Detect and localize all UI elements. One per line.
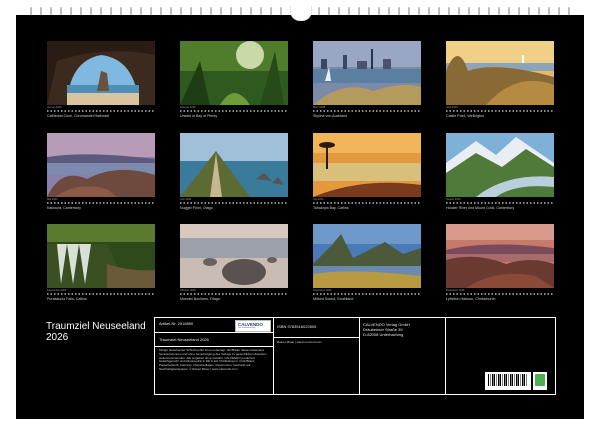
photo-caption: Hooker River und Mount Cook, Canterbury: [446, 206, 515, 210]
month-label: Januar 2026: [47, 106, 62, 109]
isbn: ISBN 9783516022605: [277, 324, 317, 329]
photo-may: [47, 133, 155, 197]
publisher-info-box: Artikel-Nr. 2016890 CALVENDO Der Kalende…: [154, 317, 556, 395]
day-row: [446, 110, 554, 112]
month-label: September 2026: [47, 289, 67, 292]
divider: [273, 337, 359, 338]
photo-january: [47, 41, 155, 105]
month-label: Mai 2026: [47, 198, 58, 201]
photo-march: [313, 41, 421, 105]
logo-subtitle: Der Kalenderverlag: [238, 327, 256, 329]
day-row: [313, 293, 421, 295]
day-row: [47, 202, 155, 204]
title-line: Traumziel Neuseeland: [46, 321, 146, 332]
info-column-publisher: CALVENDO Verlag GmbH Dräubeimer Straße 3…: [359, 318, 446, 394]
photo-caption: Skyline von Auckland: [313, 114, 347, 118]
month-label: November 2026: [313, 289, 332, 292]
product-name: Traumziel Neuseeland 2026: [159, 337, 209, 342]
photo-june: [180, 133, 288, 197]
photo-caption: Milford Sound, Southland: [313, 297, 354, 301]
isbn-barcode: [485, 372, 531, 390]
photo-caption: Cathedral Cove, Coromandel Halbinsel: [47, 114, 110, 118]
month-label: Oktober 2026: [180, 289, 196, 292]
photo-april: [446, 41, 554, 105]
day-row: [313, 202, 421, 204]
photo-february: [180, 41, 288, 105]
month-label: Februar 2026: [180, 106, 196, 109]
day-row: [313, 110, 421, 112]
calvendo-logo: CALVENDO Der Kalenderverlag: [235, 320, 271, 332]
photo-august: [446, 133, 554, 197]
photo-caption: Tahakopa Bay, Catlins: [313, 206, 349, 210]
calendar-title: Traumziel Neuseeland 2026: [46, 321, 146, 343]
article-number: Artikel-Nr. 2016890: [159, 321, 194, 326]
day-row: [180, 202, 288, 204]
photo-caption: Urwald in Bay of Plenty: [180, 114, 218, 118]
day-row: [47, 293, 155, 295]
day-row: [47, 110, 155, 112]
month-label: Juli 2026: [313, 198, 324, 201]
month-label: März 2026: [313, 106, 326, 109]
photo-september: [47, 224, 155, 288]
legal-notice: Infolge bestehender Schutzrechte ist es …: [159, 349, 267, 371]
photo-caption: Purakaunui Falls, Catlins: [47, 297, 87, 301]
photo-caption: Lyttelton Harbour, Christchurch: [446, 297, 496, 301]
photo-caption: Castle Point, Wellington: [446, 114, 485, 118]
photo-july: [313, 133, 421, 197]
month-label: Dezember 2026: [446, 289, 465, 292]
photo-december: [446, 224, 554, 288]
eco-label-icon: [533, 372, 547, 390]
month-label: August 2026: [446, 198, 461, 201]
photo-caption: Nugget Point, Otago: [180, 206, 213, 210]
photo-november: [313, 224, 421, 288]
calendar-sheet: Januar 2026 Cathedral Cove, Coromandel H…: [16, 15, 584, 419]
title-year: 2026: [46, 332, 69, 343]
day-row: [446, 202, 554, 204]
info-column-product: Artikel-Nr. 2016890 CALVENDO Der Kalende…: [155, 318, 274, 394]
photo-caption: Kaikoura, Canterbury: [47, 206, 81, 210]
publisher-city: D-82008 Unterhaching: [363, 332, 404, 337]
photographer-credit: Rainer Mirau | silent-moment.com: [277, 340, 322, 344]
month-label: April 2026: [446, 106, 458, 109]
photo-october: [180, 224, 288, 288]
info-column-isbn: ISBN 9783516022605 Rainer Mirau | silent…: [273, 318, 360, 394]
day-row: [446, 293, 554, 295]
photo-caption: Moeraki Boulders, Otago: [180, 297, 220, 301]
month-label: Juni 2026: [180, 198, 192, 201]
day-row: [180, 293, 288, 295]
divider: [155, 346, 273, 347]
divider: [155, 332, 273, 333]
day-row: [180, 110, 288, 112]
